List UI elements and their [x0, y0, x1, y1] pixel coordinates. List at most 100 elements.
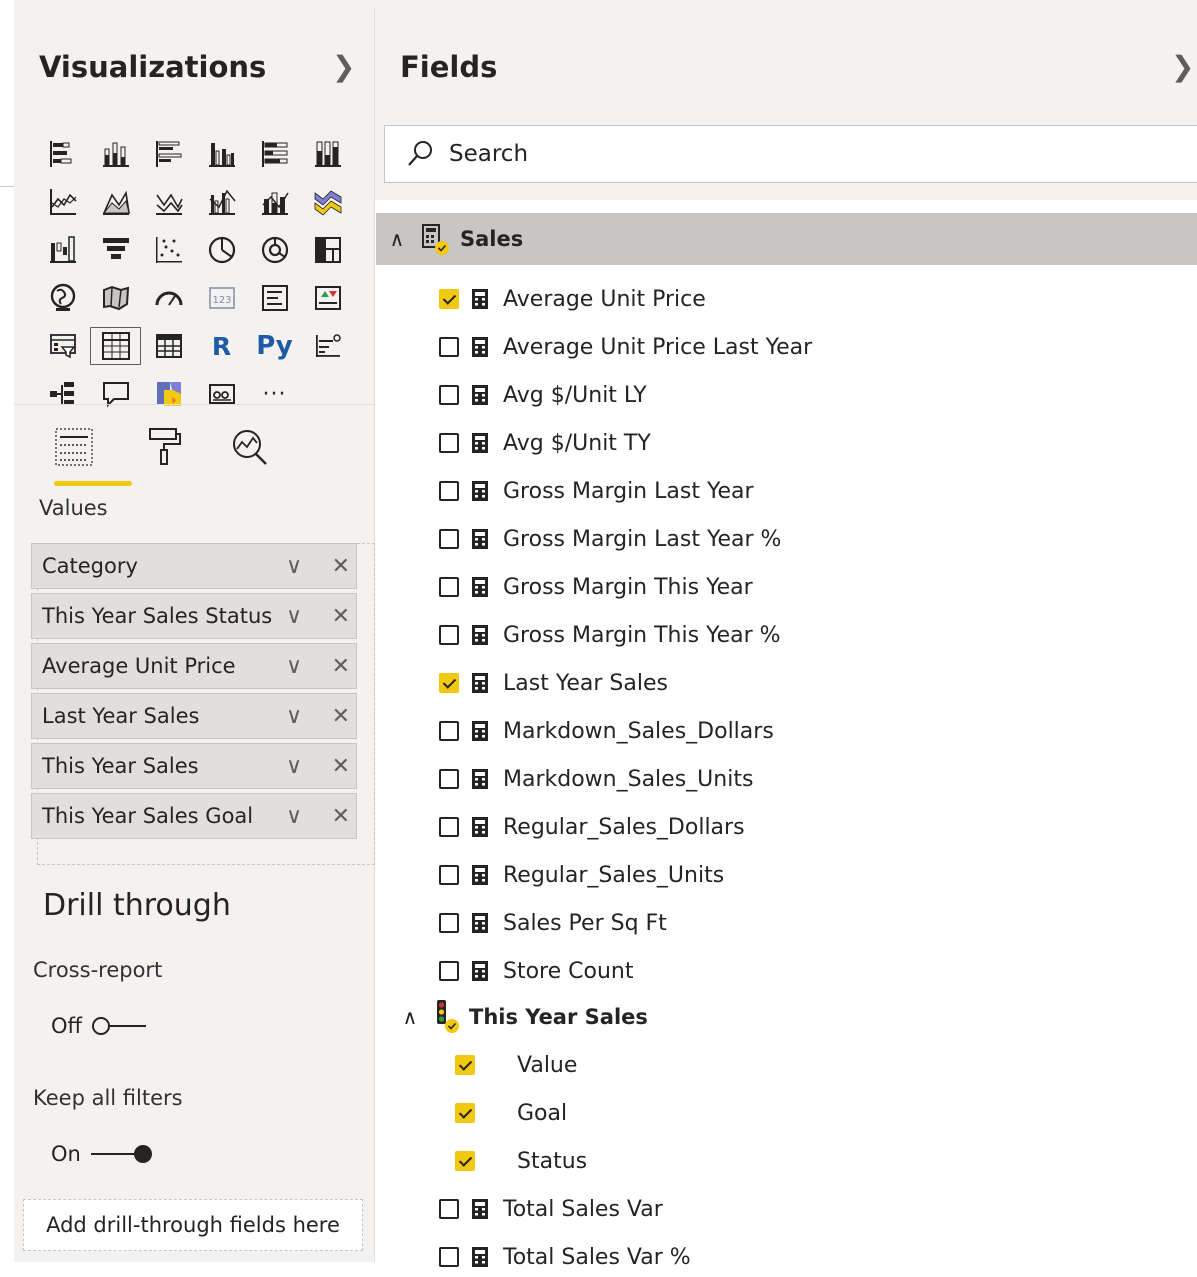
stacked-area-chart-icon[interactable] [142, 182, 195, 222]
close-icon[interactable]: ✕ [332, 604, 350, 629]
close-icon[interactable]: ✕ [332, 754, 350, 779]
close-icon[interactable]: ✕ [332, 654, 350, 679]
table-icon[interactable] [89, 326, 142, 366]
field-checkbox[interactable] [439, 433, 459, 453]
chevron-down-icon[interactable]: ∨ [286, 554, 302, 579]
ribbon-chart-icon[interactable] [301, 182, 354, 222]
chevron-down-icon[interactable]: ∨ [286, 654, 302, 679]
well-item-this-year-sales-goal[interactable]: This Year Sales Goal ∨ ✕ [31, 793, 357, 839]
funnel-chart-icon[interactable] [89, 230, 142, 270]
map-icon[interactable] [36, 278, 89, 318]
field-checkbox[interactable] [439, 721, 459, 741]
field-checkbox[interactable] [439, 577, 459, 597]
keep-all-filters-toggle[interactable]: On [51, 1142, 155, 1166]
field-markdown-sales-units[interactable]: Markdown_Sales_Units [439, 759, 753, 799]
kpi-field-value[interactable]: Value [455, 1045, 577, 1085]
field-checkbox[interactable] [439, 913, 459, 933]
field-regular-sales-units[interactable]: Regular_Sales_Units [439, 855, 724, 895]
field-checkbox[interactable] [439, 865, 459, 885]
waterfall-chart-icon[interactable] [36, 230, 89, 270]
chevron-down-icon[interactable]: ∨ [286, 604, 302, 629]
field-average-unit-price-last-year[interactable]: Average Unit Price Last Year [439, 327, 812, 367]
gauge-icon[interactable] [142, 278, 195, 318]
field-gross-margin-this-year[interactable]: Gross Margin This Year [439, 567, 753, 607]
field-checkbox[interactable] [439, 961, 459, 981]
matrix-icon[interactable] [142, 326, 195, 366]
well-item-category[interactable]: Category ∨ ✕ [31, 543, 357, 589]
well-item-average-unit-price[interactable]: Average Unit Price ∨ ✕ [31, 643, 357, 689]
close-icon[interactable]: ✕ [332, 804, 350, 829]
field-total-sales-var[interactable]: Total Sales Var [439, 1189, 663, 1229]
chevron-down-icon[interactable]: ∨ [286, 804, 302, 829]
slicer-icon[interactable] [36, 326, 89, 366]
collapse-fields-chevron-icon[interactable]: ❯ [1171, 50, 1194, 83]
pie-chart-icon[interactable] [195, 230, 248, 270]
field-gross-margin-last-year-[interactable]: Gross Margin Last Year % [439, 519, 781, 559]
field-gross-margin-this-year-[interactable]: Gross Margin This Year % [439, 615, 781, 655]
field-checkbox[interactable] [439, 529, 459, 549]
python-visual-icon[interactable]: Py [248, 326, 301, 366]
field-checkbox[interactable] [439, 385, 459, 405]
field-checkbox[interactable] [439, 1247, 459, 1267]
filled-map-icon[interactable] [89, 278, 142, 318]
multi-row-card-icon[interactable] [248, 278, 301, 318]
100-stacked-bar-chart-icon[interactable] [248, 134, 301, 174]
field-gross-margin-last-year[interactable]: Gross Margin Last Year [439, 471, 754, 511]
field-checkbox[interactable] [455, 1055, 475, 1075]
kpi-field-status[interactable]: Status [455, 1141, 587, 1181]
more-visuals-icon[interactable]: ··· [248, 374, 301, 414]
field-avg-unit-ly[interactable]: Avg $/Unit LY [439, 375, 647, 415]
donut-chart-icon[interactable] [248, 230, 301, 270]
stacked-column-chart-icon[interactable] [89, 134, 142, 174]
field-checkbox[interactable] [439, 337, 459, 357]
add-drill-through-fields-well[interactable]: Add drill-through fields here [23, 1199, 363, 1251]
field-total-sales-var-[interactable]: Total Sales Var % [439, 1237, 691, 1277]
field-checkbox[interactable] [439, 817, 459, 837]
clustered-bar-chart-icon[interactable] [142, 134, 195, 174]
field-checkbox[interactable] [439, 481, 459, 501]
collapse-visualizations-chevron-icon[interactable]: ❯ [332, 50, 355, 83]
field-checkbox[interactable] [439, 673, 459, 693]
collapse-caret-icon[interactable]: ∧ [397, 1005, 423, 1029]
close-icon[interactable]: ✕ [332, 554, 350, 579]
table-sales[interactable]: ∧ Sales [376, 213, 1197, 265]
analytics-magnifier-icon[interactable] [228, 425, 272, 469]
kpi-this-year-sales[interactable]: ∧ This Year Sales [397, 997, 648, 1037]
stacked-bar-chart-icon[interactable] [36, 134, 89, 174]
line-stacked-column-chart-icon[interactable] [248, 182, 301, 222]
line-clustered-column-chart-icon[interactable] [195, 182, 248, 222]
field-checkbox[interactable] [439, 1199, 459, 1219]
field-regular-sales-dollars[interactable]: Regular_Sales_Dollars [439, 807, 745, 847]
well-item-last-year-sales[interactable]: Last Year Sales ∨ ✕ [31, 693, 357, 739]
field-avg-unit-ty[interactable]: Avg $/Unit TY [439, 423, 651, 463]
field-checkbox[interactable] [455, 1151, 475, 1171]
well-item-this-year-sales-status[interactable]: This Year Sales Status ∨ ✕ [31, 593, 357, 639]
search-box[interactable] [384, 125, 1197, 183]
key-influencers-icon[interactable] [301, 326, 354, 366]
scatter-chart-icon[interactable] [142, 230, 195, 270]
clustered-column-chart-icon[interactable] [195, 134, 248, 174]
well-item-this-year-sales[interactable]: This Year Sales ∨ ✕ [31, 743, 357, 789]
decomposition-tree-icon[interactable] [36, 374, 89, 414]
100-stacked-column-chart-icon[interactable] [301, 134, 354, 174]
line-chart-icon[interactable] [36, 182, 89, 222]
r-visual-icon[interactable]: R [195, 326, 248, 366]
shape-map-icon[interactable] [142, 374, 195, 414]
close-icon[interactable]: ✕ [332, 704, 350, 729]
kpi-field-goal[interactable]: Goal [455, 1093, 567, 1133]
kpi-icon[interactable] [301, 278, 354, 318]
field-checkbox[interactable] [455, 1103, 475, 1123]
collapse-caret-icon[interactable]: ∧ [384, 227, 410, 251]
field-sales-per-sq-ft[interactable]: Sales Per Sq Ft [439, 903, 667, 943]
qa-icon[interactable] [89, 374, 142, 414]
field-last-year-sales[interactable]: Last Year Sales [439, 663, 668, 703]
format-paint-roller-icon[interactable] [142, 425, 186, 469]
field-checkbox[interactable] [439, 289, 459, 309]
fields-tab-icon[interactable] [52, 425, 96, 469]
cross-report-toggle[interactable]: Off [51, 1014, 152, 1038]
smart-narrative-icon[interactable] [195, 374, 248, 414]
field-markdown-sales-dollars[interactable]: Markdown_Sales_Dollars [439, 711, 774, 751]
field-average-unit-price[interactable]: Average Unit Price [439, 279, 706, 319]
field-store-count[interactable]: Store Count [439, 951, 633, 991]
area-chart-icon[interactable] [89, 182, 142, 222]
